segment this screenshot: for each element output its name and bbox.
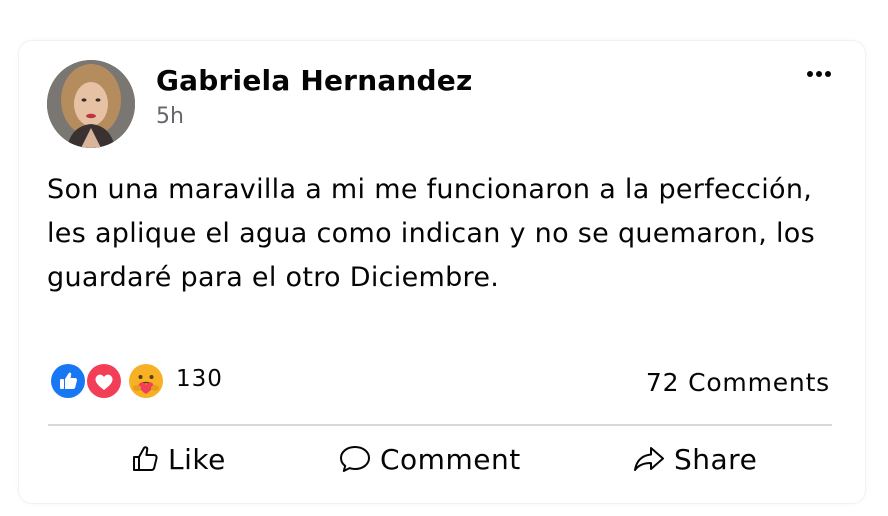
reaction-count[interactable]: 130 [176,366,223,392]
avatar-photo [47,60,135,148]
author-avatar[interactable] [47,60,135,148]
share-label: Share [674,442,758,476]
comment-bubble-icon [340,446,370,472]
like-label: Like [168,442,226,476]
share-button[interactable]: Share [632,436,757,482]
divider [48,424,832,426]
share-arrow-icon [634,447,664,471]
thumbs-up-icon [133,446,158,471]
post-timestamp[interactable]: 5h [156,104,184,129]
reactions-summary[interactable] [49,362,169,400]
post-actions-bar: Like Comment Share [48,436,832,482]
like-reaction-icon [49,362,87,400]
dot [807,71,813,77]
post-text: Son una maravilla a mi me funcionaron a … [47,174,815,293]
comments-count[interactable]: 72 Comments [646,368,830,397]
like-button[interactable]: Like [130,436,226,482]
dot [816,71,822,77]
author-name[interactable]: Gabriela Hernandez [156,64,472,97]
care-reaction-icon [127,362,165,400]
love-reaction-icon [85,362,123,400]
comment-button[interactable]: Comment [338,436,521,482]
comment-label: Comment [380,442,521,476]
more-options-icon[interactable] [800,62,838,86]
dot [825,71,831,77]
